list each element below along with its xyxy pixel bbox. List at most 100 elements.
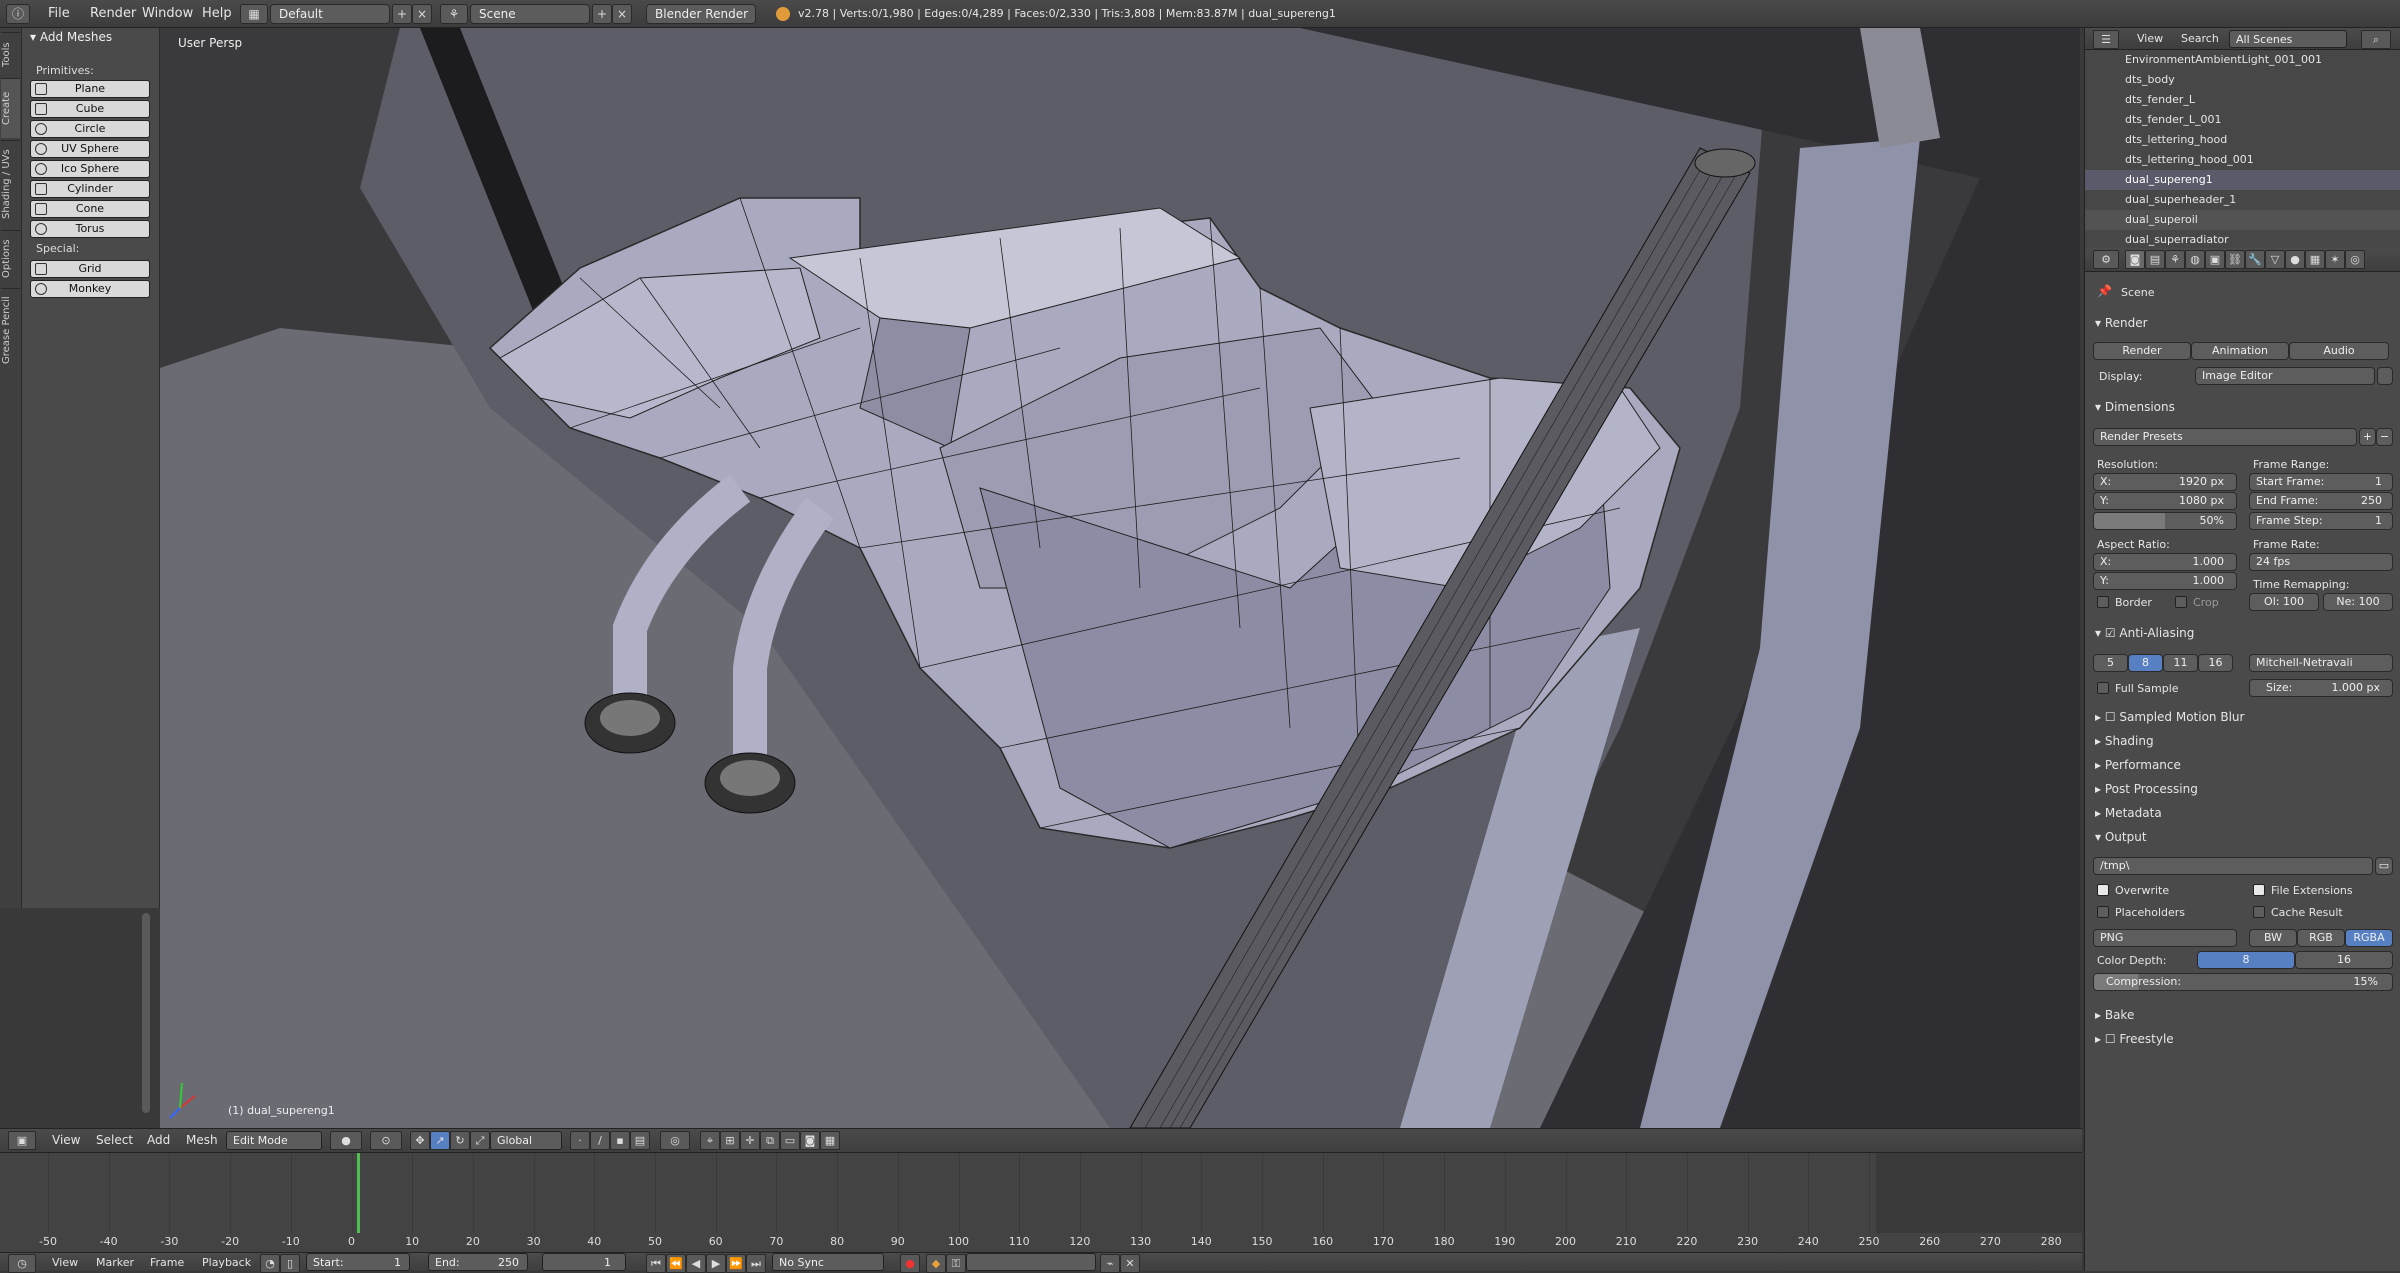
remove-preset-button[interactable]: − bbox=[2376, 428, 2393, 446]
add-cube-button[interactable]: Cube bbox=[30, 100, 150, 118]
color-bw-button[interactable]: BW bbox=[2249, 929, 2297, 947]
playhead[interactable] bbox=[357, 1153, 360, 1233]
pivot-icon[interactable]: ⊙ bbox=[370, 1131, 402, 1150]
menu-add[interactable]: Add bbox=[147, 1128, 170, 1152]
menu-view[interactable]: View bbox=[52, 1253, 78, 1272]
add-monkey-button[interactable]: Monkey bbox=[30, 280, 150, 298]
jump-key-back-icon[interactable]: ⏪ bbox=[666, 1254, 686, 1273]
editor-type-icon[interactable]: ☰ bbox=[2093, 30, 2119, 49]
end-frame-field[interactable]: End Frame: 250 bbox=[2249, 492, 2393, 510]
tab-shading-uvs[interactable]: Shading / UVs bbox=[1, 140, 20, 228]
outliner-row[interactable]: dts_lettering_hood_001 bbox=[2085, 150, 2400, 170]
modifiers-tab-icon[interactable]: 🔧 bbox=[2245, 250, 2265, 269]
data-tab-icon[interactable]: ▽ bbox=[2265, 250, 2285, 269]
color-rgb-button[interactable]: RGB bbox=[2297, 929, 2345, 947]
end-frame-field[interactable]: End: 250 bbox=[428, 1253, 528, 1271]
timeline[interactable]: -50 -40 -30 -20 -10 0 10 20 30 40 50 60 70 80 90 100 110… bbox=[0, 1152, 2082, 1252]
world-tab-icon[interactable]: ◍ bbox=[2185, 250, 2205, 269]
3d-viewport[interactable]: User Persp (1) dual_supereng1 bbox=[160, 28, 2082, 1128]
current-frame-field[interactable]: 1 bbox=[542, 1253, 626, 1271]
outliner-row[interactable]: dts_body bbox=[2085, 70, 2400, 90]
keying-icon[interactable]: ◔ bbox=[260, 1254, 280, 1273]
render-tab-icon[interactable]: ◙ bbox=[2125, 250, 2145, 269]
insert-key-icon[interactable]: ⌁ bbox=[1100, 1254, 1120, 1273]
performance-panel-header[interactable]: ▸ Performance bbox=[2095, 758, 2181, 772]
mode-dropdown[interactable]: Edit Mode bbox=[226, 1131, 322, 1150]
anti-aliasing-panel-header[interactable]: ▾ ☑ Anti-Aliasing bbox=[2095, 626, 2194, 640]
frame-step-field[interactable]: Frame Step: 1 bbox=[2249, 512, 2393, 530]
outliner-menu-search[interactable]: Search bbox=[2181, 28, 2219, 50]
aspect-x-field[interactable]: X: 1.000 bbox=[2093, 553, 2237, 571]
outliner-row[interactable]: dts_fender_L_001 bbox=[2085, 110, 2400, 130]
editor-type-icon[interactable]: ⚙ bbox=[2093, 250, 2119, 269]
resolution-x-field[interactable]: X: 1920 px bbox=[2093, 473, 2237, 491]
render-preview-icon[interactable]: ▭ bbox=[780, 1131, 800, 1150]
add-meshes-panel-title[interactable]: ▾ Add Meshes bbox=[30, 30, 112, 44]
full-sample-checkbox[interactable] bbox=[2097, 682, 2109, 694]
remove-layout-button[interactable]: × bbox=[412, 4, 432, 24]
translate-icon[interactable]: ↗ bbox=[430, 1131, 450, 1150]
tab-grease-pencil[interactable]: Grease Pencil bbox=[1, 288, 20, 372]
add-cylinder-button[interactable]: Cylinder bbox=[30, 180, 150, 198]
post-processing-panel-header[interactable]: ▸ Post Processing bbox=[2095, 782, 2198, 796]
freestyle-panel-header[interactable]: ▸ ☐ Freestyle bbox=[2095, 1032, 2174, 1046]
orientation-dropdown[interactable]: Global bbox=[490, 1131, 562, 1150]
aa-filter-dropdown[interactable]: Mitchell-Netravali bbox=[2249, 654, 2393, 672]
add-grid-button[interactable]: Grid bbox=[30, 260, 150, 278]
mirror-icon[interactable]: ⧉ bbox=[760, 1131, 780, 1150]
scale-icon[interactable]: ⤢ bbox=[470, 1131, 490, 1150]
folder-icon[interactable]: ▭ bbox=[2375, 857, 2393, 875]
outliner-row-selected[interactable]: dual_supereng1 bbox=[2085, 170, 2400, 190]
color-rgba-button[interactable]: RGBA bbox=[2345, 929, 2393, 947]
start-frame-field[interactable]: Start: 1 bbox=[306, 1253, 410, 1271]
toolshelf-scrollbar[interactable] bbox=[142, 913, 150, 1113]
snap-target-icon[interactable]: ⊞ bbox=[720, 1131, 740, 1150]
outliner-filter-dropdown[interactable]: All Scenes bbox=[2229, 30, 2347, 48]
snap-icon[interactable]: ⌖ bbox=[700, 1131, 720, 1150]
display-dropdown[interactable]: Image Editor bbox=[2195, 367, 2375, 385]
remove-scene-button[interactable]: × bbox=[612, 4, 632, 24]
crop-checkbox[interactable] bbox=[2175, 596, 2187, 608]
physics-tab-icon[interactable]: ◎ bbox=[2345, 250, 2365, 269]
render-panel-header[interactable]: ▾ Render bbox=[2095, 316, 2148, 330]
filter-size-field[interactable]: Size: 1.000 px bbox=[2249, 679, 2393, 697]
edge-select-icon[interactable]: / bbox=[590, 1131, 610, 1150]
outliner-row[interactable]: dts_fender_L bbox=[2085, 90, 2400, 110]
add-layout-button[interactable]: + bbox=[392, 4, 412, 24]
cache-result-checkbox[interactable] bbox=[2253, 906, 2265, 918]
menu-playback[interactable]: Playback bbox=[202, 1253, 251, 1272]
frame-rate-dropdown[interactable]: 24 fps bbox=[2249, 553, 2393, 571]
add-uv-sphere-button[interactable]: UV Sphere bbox=[30, 140, 150, 158]
camera-icon[interactable]: ◙ bbox=[800, 1131, 820, 1150]
border-checkbox[interactable] bbox=[2097, 596, 2109, 608]
dimensions-panel-header[interactable]: ▾ Dimensions bbox=[2095, 400, 2175, 414]
play-reverse-icon[interactable]: ◀ bbox=[686, 1254, 706, 1273]
add-cone-button[interactable]: Cone bbox=[30, 200, 150, 218]
sync-dropdown[interactable]: No Sync bbox=[772, 1253, 884, 1271]
object-tab-icon[interactable]: ▣ bbox=[2205, 250, 2225, 269]
proportional-edit-icon[interactable]: ◎ bbox=[660, 1131, 690, 1150]
menu-file[interactable]: File bbox=[48, 0, 70, 28]
preview-range-icon[interactable]: ▯ bbox=[280, 1254, 300, 1273]
delete-key-icon[interactable]: ✕ bbox=[1120, 1254, 1140, 1273]
tab-options[interactable]: Options bbox=[1, 230, 20, 286]
rotate-icon[interactable]: ↻ bbox=[450, 1131, 470, 1150]
outliner-row[interactable]: dual_superheader_1 bbox=[2085, 190, 2400, 210]
menu-mesh[interactable]: Mesh bbox=[186, 1128, 218, 1152]
lock-icon[interactable] bbox=[2377, 367, 2393, 385]
scene-tab-icon[interactable]: ⚘ bbox=[2165, 250, 2185, 269]
keying-set-field[interactable] bbox=[966, 1253, 1096, 1271]
scene-icon[interactable]: ⚘ bbox=[440, 4, 468, 24]
aa-samples-11[interactable]: 11 bbox=[2163, 654, 2198, 672]
add-scene-button[interactable]: + bbox=[592, 4, 612, 24]
add-preset-button[interactable]: + bbox=[2359, 428, 2376, 446]
metadata-panel-header[interactable]: ▸ Metadata bbox=[2095, 806, 2162, 820]
record-icon[interactable]: ● bbox=[900, 1254, 920, 1273]
sampled-motion-blur-panel-header[interactable]: ▸ ☐ Sampled Motion Blur bbox=[2095, 710, 2244, 724]
menu-window[interactable]: Window bbox=[142, 0, 193, 28]
vertex-select-icon[interactable]: · bbox=[570, 1131, 590, 1150]
shading-panel-header[interactable]: ▸ Shading bbox=[2095, 734, 2154, 748]
add-circle-button[interactable]: Circle bbox=[30, 120, 150, 138]
editor-type-icon[interactable]: ◷ bbox=[8, 1254, 36, 1273]
shading-mode-icon[interactable]: ● bbox=[330, 1131, 362, 1150]
